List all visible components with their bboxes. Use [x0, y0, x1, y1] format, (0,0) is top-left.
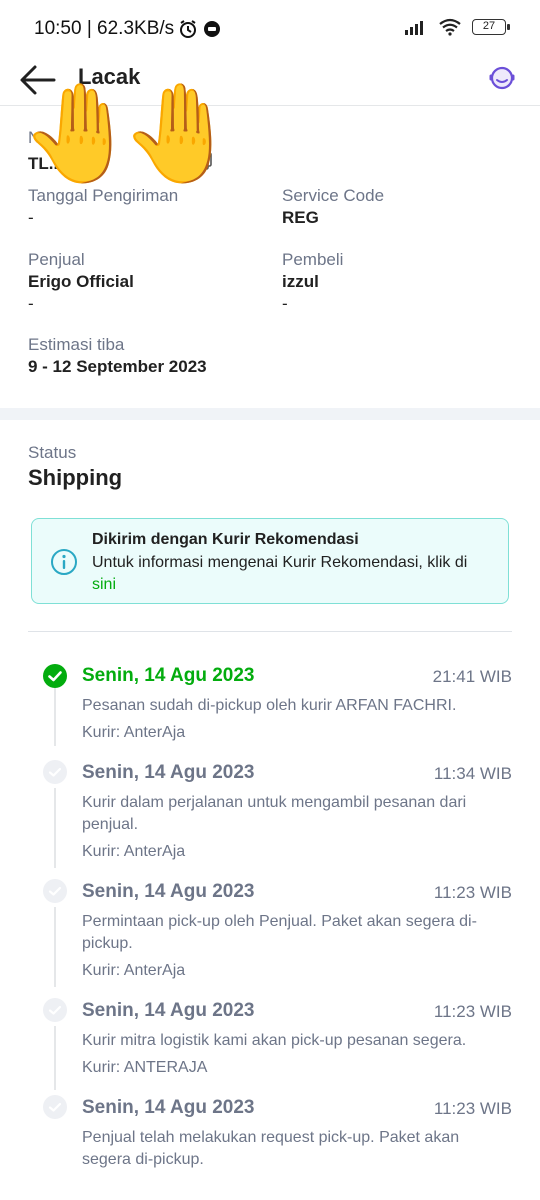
timeline-connector [54, 788, 56, 868]
status-bar-left: 10:50 | 62.3KB/s [34, 18, 222, 40]
info-box-text: Untuk informasi mengenai Kurir Rekomenda… [92, 552, 492, 596]
info-box-link[interactable]: sini [92, 576, 116, 593]
timeline-time: 11:23 WIB [433, 1002, 512, 1021]
tanggal-pengiriman: Tanggal Pengiriman - [28, 186, 178, 228]
raised-hand-emoji-right: 🤚 [120, 80, 240, 187]
timeline-date: Senin, 14 Agu 2023 [82, 881, 255, 902]
signal-icon [405, 21, 423, 35]
timeline-courier: Kurir: ANTERAJA [82, 1059, 208, 1076]
timeline-divider [28, 631, 512, 632]
info-circle-icon [51, 549, 77, 575]
status-bar-right: 27 [404, 18, 510, 36]
courier-info-box: Dikirim dengan Kurir Rekomendasi Untuk i… [31, 518, 509, 604]
estimasi-value: 9 - 12 September 2023 [28, 357, 207, 376]
timeline-time: 11:34 WIB [433, 764, 512, 783]
headset-icon[interactable] [486, 62, 518, 94]
check-circle-icon [43, 879, 67, 903]
timeline-desc: Kurir dalam perjalanan untuk mengambil p… [82, 794, 467, 833]
info-box-body: Untuk informasi mengenai Kurir Rekomenda… [92, 554, 468, 571]
timeline-courier: Kurir: AnterAja [82, 962, 186, 979]
timeline-connector [54, 688, 56, 746]
chat-notification-icon [204, 21, 221, 37]
tanggal-label: Tanggal Pengiriman [28, 186, 179, 205]
timeline-courier: Kurir: AnterAja [82, 724, 186, 741]
wifi-icon [439, 18, 461, 36]
pembeli-sub: - [282, 294, 288, 313]
estimasi-label: Estimasi tiba [28, 335, 125, 354]
timeline-date: Senin, 14 Agu 2023 [82, 1097, 255, 1118]
penjual: Penjual Erigo Official - [28, 250, 134, 314]
service-label: Service Code [282, 186, 385, 205]
penjual-sub: - [28, 294, 34, 313]
info-box-title: Dikirim dengan Kurir Rekomendasi [92, 531, 359, 548]
timeline-desc: Penjual telah melakukan request pick-up.… [82, 1129, 460, 1168]
section-divider [0, 408, 540, 420]
timeline-desc: Kurir mitra logistik kami akan pick-up p… [82, 1032, 467, 1049]
timeline-date: Senin, 14 Agu 2023 [82, 1000, 255, 1021]
tanggal-value: - [28, 208, 34, 227]
estimasi-tiba: Estimasi tiba 9 - 12 September 2023 [28, 335, 207, 377]
pembeli-name: izzul [282, 272, 319, 291]
pembeli-label: Pembeli [282, 250, 344, 269]
status-time-speed: 10:50 | 62.3KB/s [34, 18, 175, 39]
timeline-date: Senin, 14 Agu 2023 [82, 762, 255, 783]
penjual-label: Penjual [28, 250, 85, 269]
status-label: Status [28, 443, 77, 462]
penjual-name: Erigo Official [28, 272, 134, 291]
timeline-desc: Permintaan pick-up oleh Penjual. Paket a… [82, 913, 477, 952]
timeline-time: 11:23 WIB [433, 1099, 512, 1118]
service-code: Service Code REG [282, 186, 384, 228]
check-circle-icon [43, 760, 67, 784]
alarm-icon [180, 20, 197, 38]
service-value: REG [282, 208, 319, 227]
status-bar: 10:50 | 62.3KB/s 27 [0, 0, 540, 58]
timeline-desc: Pesanan sudah di-pickup oleh kurir ARFAN… [82, 697, 457, 714]
timeline-connector [54, 907, 56, 987]
pembeli: Pembeli izzul - [282, 250, 343, 314]
timeline-time: 21:41 WIB [432, 667, 512, 686]
timeline-courier: Kurir: AnterAja [82, 843, 186, 860]
check-circle-icon [43, 998, 67, 1022]
timeline-time: 11:23 WIB [433, 883, 512, 902]
check-circle-icon [43, 664, 67, 688]
timeline-connector [54, 1026, 56, 1090]
timeline-date: Senin, 14 Agu 2023 [82, 665, 255, 686]
check-circle-icon [43, 1095, 67, 1119]
battery-indicator: 27 [472, 19, 510, 35]
status-value: Shipping [28, 465, 123, 490]
